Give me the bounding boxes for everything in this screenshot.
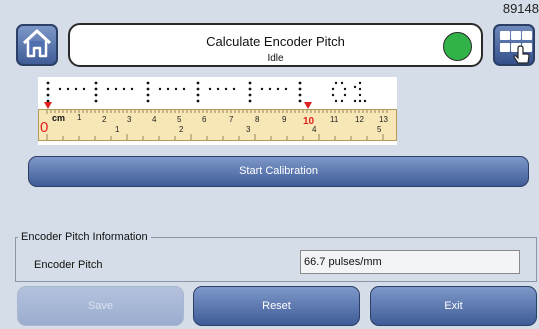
reset-button[interactable]: Reset xyxy=(193,286,360,326)
encoder-pitch-info-group: Encoder Pitch Information Encoder Pitch … xyxy=(15,231,537,282)
ruler-top-label: 12 xyxy=(355,115,364,124)
status-panel: Calculate Encoder Pitch Idle xyxy=(68,23,483,67)
ruler-top-label: 13 xyxy=(379,115,388,124)
ruler-bottom-label: 2 xyxy=(179,125,184,134)
save-button[interactable]: Save xyxy=(17,286,184,326)
status-text: Idle xyxy=(267,53,284,64)
ruler-unit: cm xyxy=(52,113,66,123)
menu-button[interactable] xyxy=(493,24,535,66)
home-icon xyxy=(21,28,53,63)
ruler-top-label: 6 xyxy=(202,115,207,124)
group-title: Encoder Pitch Information xyxy=(18,231,151,243)
home-button[interactable] xyxy=(16,24,58,66)
ruler-top-label: 5 xyxy=(177,115,182,124)
ruler-top-label: 8 xyxy=(255,115,260,124)
ruler-bottom-label: 1 xyxy=(115,125,120,134)
ruler-bottom-label: 3 xyxy=(246,125,251,134)
ruler-top-label: 3 xyxy=(127,115,132,124)
encoder-pitch-value: 66.7 pulses/mm xyxy=(300,250,520,274)
ruler-bottom-label: 5 xyxy=(377,125,382,134)
ruler-scale: 1 2 3 4 5 6 7 8 9 11 12 13 1 2 3 4 5 xyxy=(38,109,397,141)
status-indicator xyxy=(443,32,472,61)
exit-button[interactable]: Exit xyxy=(370,286,537,326)
page-title: Calculate Encoder Pitch xyxy=(206,34,345,49)
ruler-top-label: 11 xyxy=(330,115,339,124)
ruler-top-label: 4 xyxy=(152,115,157,124)
encoder-dot-pattern xyxy=(46,81,367,103)
start-marker xyxy=(44,102,52,109)
end-marker xyxy=(304,102,312,109)
encoder-ruler-graphic: 1 2 3 4 5 6 7 8 9 11 12 13 1 2 3 4 5 cm … xyxy=(38,77,397,145)
encoder-pitch-label: Encoder Pitch xyxy=(34,259,103,271)
start-calibration-button[interactable]: Start Calibration xyxy=(28,156,529,187)
ruler-top-label: 1 xyxy=(77,113,82,122)
ruler-top-label: 2 xyxy=(102,115,107,124)
ruler-top-label: 7 xyxy=(229,115,234,124)
ruler-zero: 0 xyxy=(40,119,49,136)
ruler-top-label: 9 xyxy=(282,115,287,124)
corner-id: 89148 xyxy=(502,1,539,16)
ruler-ten: 10 xyxy=(303,116,315,127)
